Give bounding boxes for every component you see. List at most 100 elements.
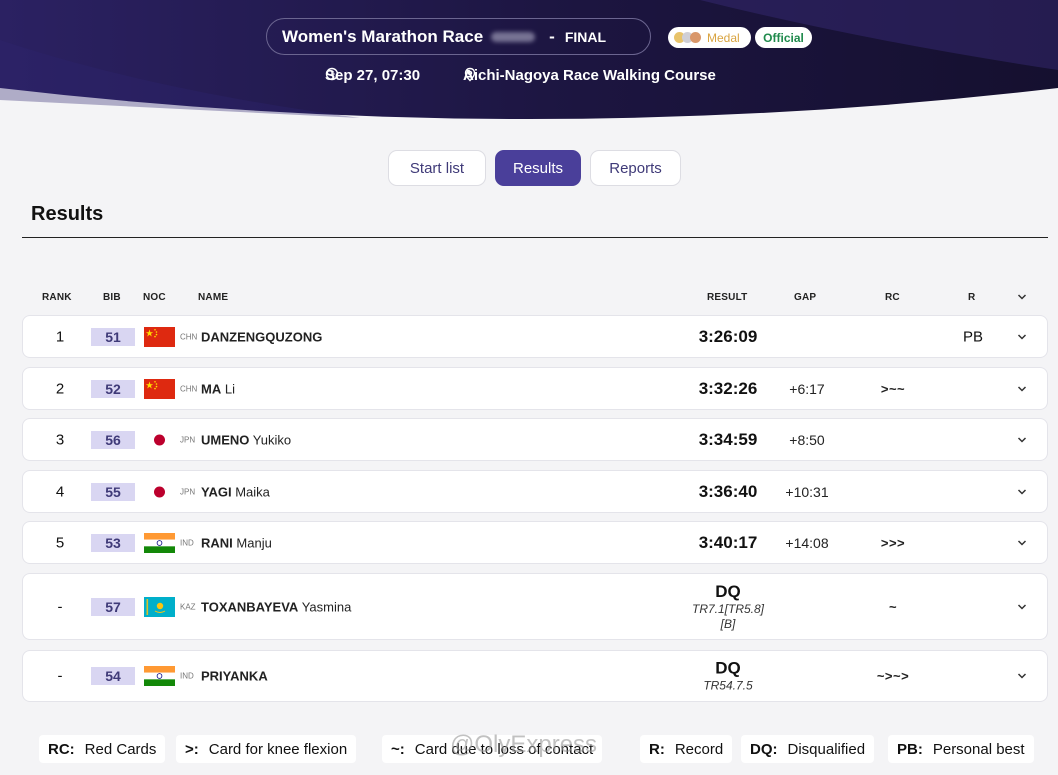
result: 3:40:17 (698, 532, 758, 552)
bib: 53 (91, 533, 135, 552)
table-row[interactable]: 4 55 JPN YAGI Maika 3:36:40 +10:31 (22, 470, 1048, 513)
noc-code: JPN (180, 435, 196, 444)
result-status: DQ (715, 581, 741, 601)
flag-in-icon (144, 666, 175, 686)
watermark: @OlyExpress (450, 731, 598, 758)
rank: 5 (55, 534, 65, 551)
tab-reports[interactable]: Reports (590, 150, 681, 186)
red-cards: >~~ (880, 381, 906, 396)
table-row[interactable]: 1 51 CHN DANZENGQUZONG 3:26:09 PB (22, 315, 1048, 358)
chevron-down-icon[interactable] (1016, 434, 1028, 446)
athlete-surname: YAGI (201, 484, 232, 499)
col-result: RESULT (707, 292, 748, 303)
red-cards: >>> (880, 535, 906, 550)
flag-jp-icon (144, 481, 175, 502)
noc-code: IND (180, 671, 194, 681)
table-row[interactable]: 2 52 CHN MA Li 3:32:26 +6:17 >~~ (22, 367, 1048, 410)
athlete-surname: UMENO (201, 432, 250, 447)
chevron-down-icon[interactable] (1016, 486, 1028, 498)
athlete-given-name: Maika (235, 484, 270, 499)
legend-text: Disqualified (787, 740, 866, 758)
legend-item: R: Record (640, 735, 733, 763)
gap: +10:31 (785, 483, 829, 500)
table-row[interactable]: 3 56 JPN UMENO Yukiko 3:34:59 +8:50 (22, 418, 1048, 461)
chevron-down-icon[interactable] (1016, 383, 1028, 395)
legend-item: >: Card for knee flexion (176, 735, 357, 763)
col-gap: GAP (794, 292, 817, 303)
rule-reference: TR7.1[TR5.8] (691, 601, 765, 616)
red-cards: ~ (888, 599, 898, 614)
medal-label: Medal (707, 30, 740, 45)
bib: 57 (91, 597, 135, 616)
col-rank: RANK (42, 292, 72, 303)
chevron-down-icon[interactable] (1016, 601, 1028, 613)
athlete-surname: DANZENGQUZONG (201, 329, 323, 344)
table-row[interactable]: - 54 IND PRIYANKA DQ TR54.7.5 ~>~> (22, 650, 1048, 702)
athlete-surname: TOXANBAYEVA (201, 599, 299, 614)
legend-key: DQ: (750, 740, 778, 758)
noc-code: KAZ (180, 602, 196, 611)
rank: 3 (55, 431, 65, 448)
table-row[interactable]: - 57 KAZ TOXANBAYEVA Yasmina DQ TR7.1[TR… (22, 573, 1048, 640)
noc-code: JPN (180, 487, 196, 496)
event-title-pill: Women's Marathon Race - FINAL (266, 18, 651, 55)
gap: +14:08 (785, 534, 829, 551)
bib: 56 (91, 430, 135, 449)
section-divider (22, 237, 1048, 238)
athlete-name: PRIYANKA (201, 669, 268, 684)
legend-item: DQ: Disqualified (741, 735, 875, 763)
section-title: Results (31, 203, 104, 225)
rank: - (57, 598, 63, 615)
athlete-surname: PRIYANKA (201, 668, 268, 684)
official-badge: Official (755, 27, 812, 48)
medal-badge: Medal (668, 27, 751, 48)
result-status: DQ (715, 658, 741, 678)
legend-key: >: (185, 740, 199, 758)
athlete-name: YAGI Maika (201, 484, 270, 499)
bib: 55 (91, 482, 135, 501)
col-r: R (968, 292, 976, 303)
flag-in-icon (144, 532, 175, 553)
tab-results[interactable]: Results (495, 150, 581, 186)
legend-text: Red Cards (84, 740, 157, 758)
chevron-down-icon[interactable] (1016, 537, 1028, 549)
athlete-given-name: Yasmina (301, 599, 352, 614)
rank: - (57, 667, 63, 685)
rule-reference: TR54.7.5 (703, 678, 753, 693)
legend-key: R: (649, 740, 665, 758)
table-row[interactable]: 5 53 IND RANI Manju 3:40:17 +14:08 >>> (22, 521, 1048, 564)
athlete-name: RANI Manju (201, 535, 272, 550)
page-header: Women's Marathon Race - FINAL Medal Offi… (0, 0, 1058, 128)
chevron-down-icon[interactable] (1016, 331, 1028, 343)
result: 3:36:40 (698, 481, 758, 501)
athlete-surname: RANI (201, 535, 233, 550)
chevron-down-icon[interactable] (1016, 670, 1028, 682)
athlete-name: UMENO Yukiko (201, 432, 291, 447)
title-separator: - (549, 26, 555, 46)
athlete-given-name: Li (224, 381, 235, 396)
athlete-surname: MA (201, 381, 222, 396)
legend-text: Personal best (932, 740, 1025, 758)
location-pin-icon (464, 67, 476, 82)
col-noc: NOC (143, 292, 166, 303)
bib: 54 (91, 667, 135, 685)
blurred-text (491, 31, 536, 42)
flag-kz-icon (144, 596, 175, 617)
event-title: Women's Marathon Race (282, 26, 484, 46)
athlete-given-name: Yukiko (252, 432, 292, 447)
bronze-medal-icon (690, 32, 701, 43)
result: 3:26:09 (698, 326, 758, 346)
flag-cn-icon (144, 326, 175, 347)
legend-key: ~: (391, 740, 405, 758)
result: 3:32:26 (698, 378, 758, 398)
athlete-name: DANZENGQUZONG (201, 329, 322, 344)
gap: +8:50 (789, 431, 825, 448)
tab-start-list[interactable]: Start list (388, 150, 486, 186)
rank: 1 (55, 328, 65, 345)
expand-all-chevron-icon[interactable] (1016, 291, 1028, 303)
rank: 2 (55, 380, 65, 397)
flag-jp-icon (144, 429, 175, 450)
athlete-name: TOXANBAYEVA Yasmina (201, 599, 351, 614)
col-rc: RC (885, 292, 900, 303)
rule-reference-extra: [B] (720, 616, 736, 631)
